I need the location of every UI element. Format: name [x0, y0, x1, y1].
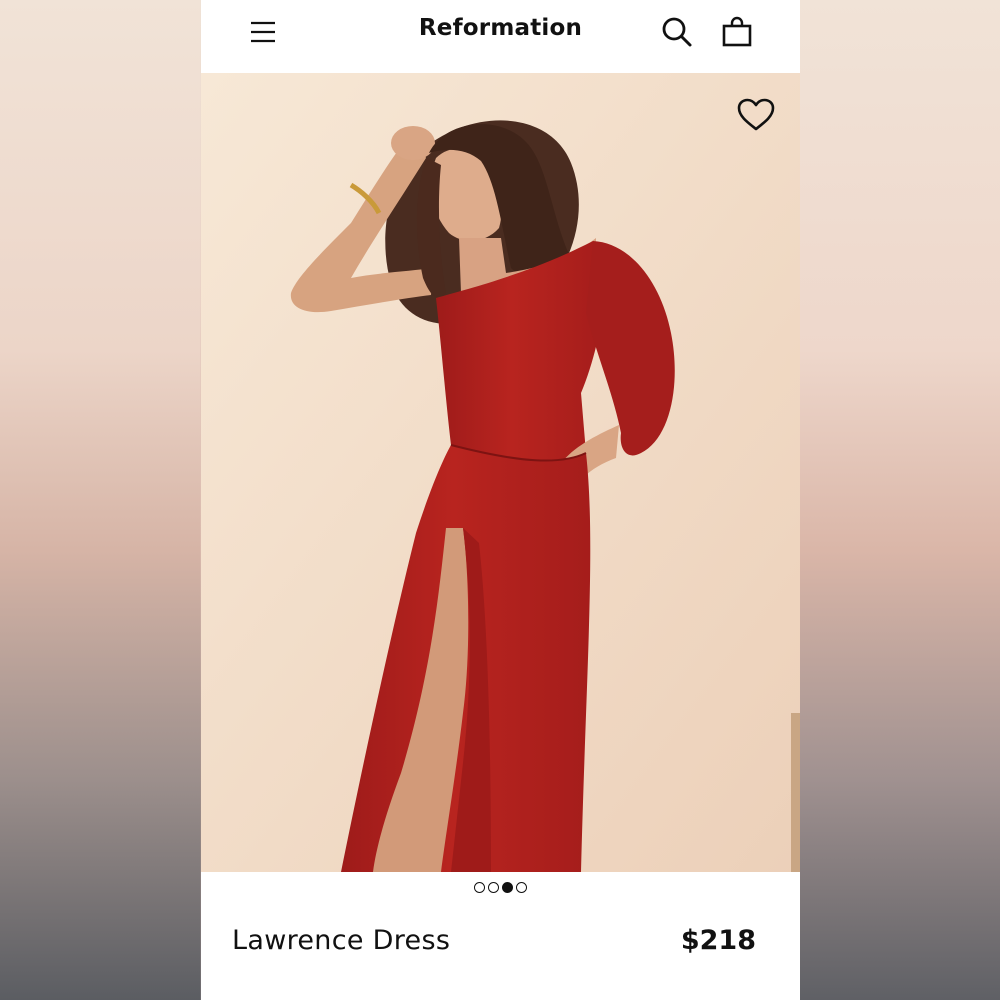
carousel-dot[interactable]: [474, 882, 485, 893]
blurred-background-right: [800, 0, 1000, 1000]
brand-logo[interactable]: Reformation: [201, 15, 800, 41]
carousel-dot[interactable]: [516, 882, 527, 893]
search-button[interactable]: [659, 14, 695, 50]
product-price: $218: [680, 925, 756, 956]
blurred-background-left: [0, 0, 200, 1000]
carousel-dot[interactable]: [488, 882, 499, 893]
carousel-indicators: [201, 882, 800, 898]
wishlist-button[interactable]: [737, 98, 781, 138]
model-photo: [201, 73, 800, 872]
top-navbar: Reformation: [201, 0, 800, 73]
search-icon: [662, 17, 692, 47]
shopping-bag-icon: [722, 16, 752, 47]
product-name: Lawrence Dress: [232, 925, 451, 956]
mobile-screen: Reformation Lawrence Dress $218: [201, 0, 800, 1000]
carousel-dot-active[interactable]: [502, 882, 513, 893]
product-image[interactable]: [201, 73, 800, 872]
shopping-bag-button[interactable]: [719, 14, 755, 50]
heart-outline-icon: [737, 98, 775, 131]
